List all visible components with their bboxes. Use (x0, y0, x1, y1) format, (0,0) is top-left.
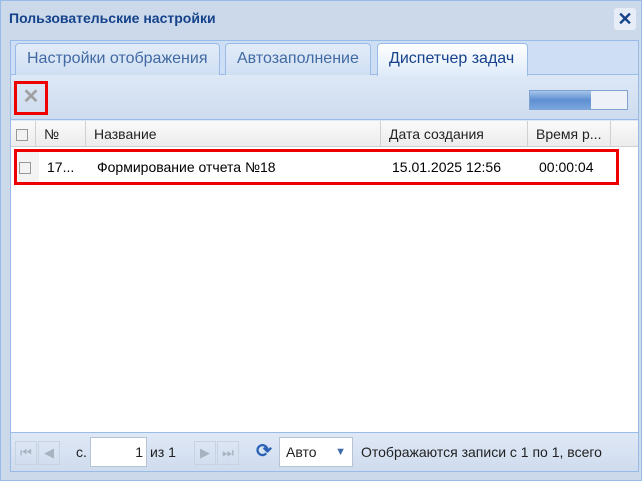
settings-dialog: Пользовательские настройки ✕ Настройки о… (0, 0, 642, 481)
progress-fill (530, 91, 592, 109)
page-input[interactable]: 1 (90, 437, 147, 467)
page-size-value: Авто (286, 444, 317, 460)
page-count: из 1 (150, 444, 176, 460)
tab-panel: Настройки отображения Автозаполнение Дис… (10, 40, 639, 472)
row-number: 17... (47, 159, 75, 175)
row-time: 00:00:04 (539, 159, 594, 175)
prev-page-button[interactable]: ◀ (38, 441, 60, 465)
column-name[interactable]: Название (86, 121, 381, 147)
paging-toolbar: ⏮ ◀ с. 1 из 1 ▶ ⏭ ⟳ Авто ▼ Отображаются з… (11, 432, 638, 471)
refresh-icon[interactable]: ⟳ (256, 440, 272, 463)
toolbar: ✕ (11, 76, 638, 120)
column-number[interactable]: № (36, 121, 86, 147)
cancel-task-button[interactable]: ✕ (14, 81, 48, 115)
row-created: 15.01.2025 12:56 (392, 159, 501, 175)
tab-autofill[interactable]: Автозаполнение (225, 43, 371, 75)
row-checkbox[interactable] (17, 152, 39, 182)
tab-display-settings[interactable]: Настройки отображения (15, 43, 220, 75)
column-time[interactable]: Время р... (528, 121, 611, 147)
paging-status: Отображаются записи с 1 по 1, всего (361, 444, 602, 460)
dialog-title: Пользовательские настройки (9, 10, 216, 26)
next-page-button[interactable]: ▶ (194, 441, 216, 465)
table-row[interactable]: 17... Формирование отчета №18 15.01.2025… (14, 149, 619, 185)
chevron-down-icon: ▼ (335, 446, 346, 458)
select-all-checkbox[interactable] (11, 121, 36, 147)
row-name: Формирование отчета №18 (97, 159, 276, 175)
progress-bar (529, 90, 628, 110)
tasks-grid: № Название Дата создания Время р... 17..… (11, 121, 638, 432)
close-button[interactable]: ✕ (614, 8, 636, 30)
last-page-button[interactable]: ⏭ (217, 441, 239, 465)
tab-strip: Настройки отображения Автозаполнение Дис… (11, 41, 638, 76)
first-page-button[interactable]: ⏮ (15, 441, 37, 465)
tab-task-manager[interactable]: Диспетчер задач (377, 43, 528, 76)
delete-icon: ✕ (22, 86, 40, 108)
grid-header: № Название Дата создания Время р... (11, 121, 638, 147)
column-created[interactable]: Дата создания (381, 121, 528, 147)
page-size-select[interactable]: Авто ▼ (279, 437, 353, 467)
page-label: с. (76, 444, 87, 460)
